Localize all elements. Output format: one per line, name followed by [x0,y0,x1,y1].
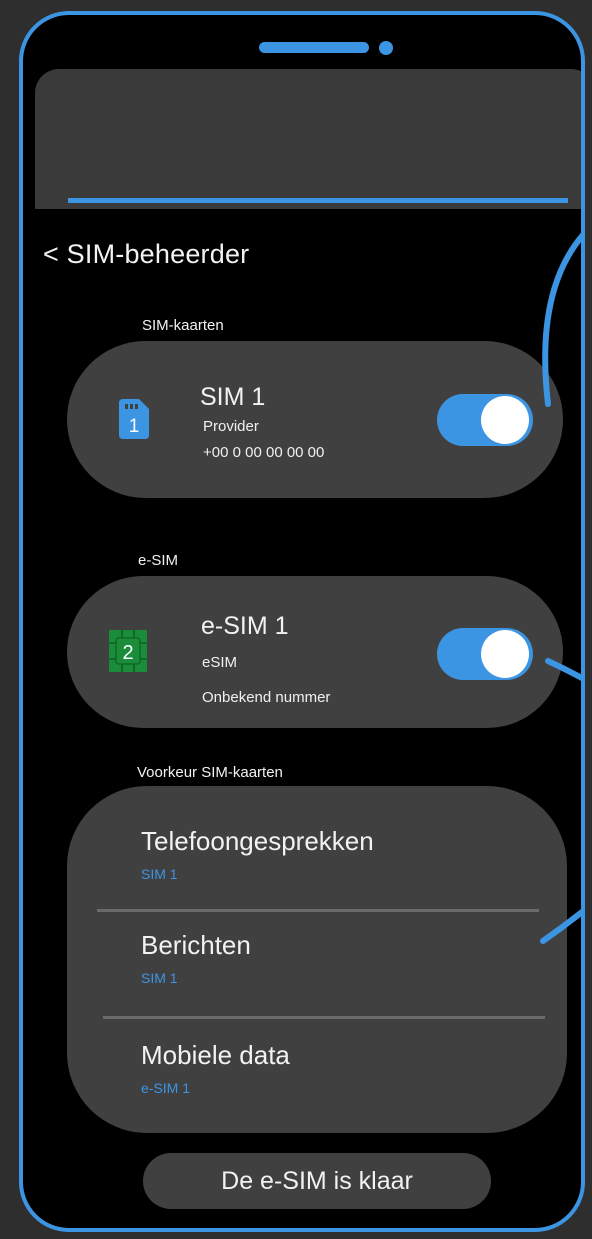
callout-arcs [540,232,581,944]
phone-frame: < SIM-beheerder SIM-kaarten 1 SIM 1 Prov… [19,11,585,1232]
